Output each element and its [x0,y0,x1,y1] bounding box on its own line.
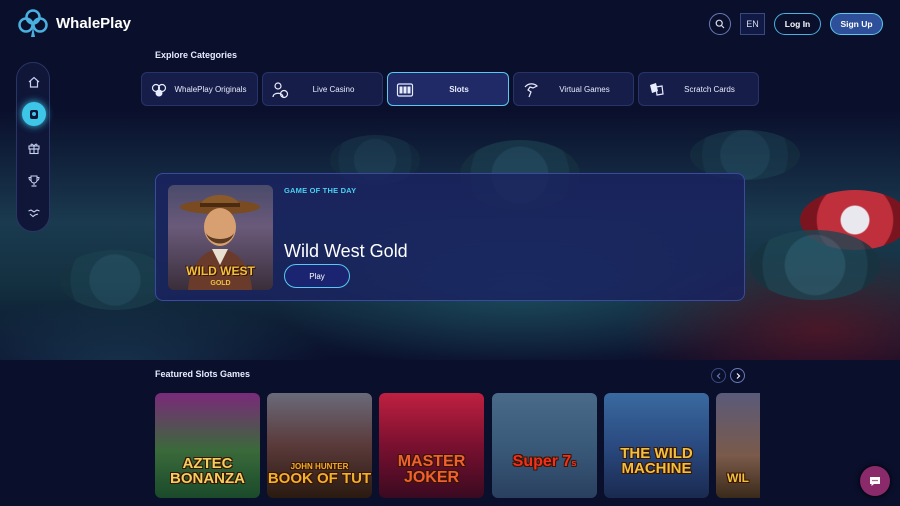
game-tile-title: Super 7s [513,454,577,470]
game-title: Wild West Gold [284,241,408,261]
categories-heading: Explore Categories [155,50,238,60]
search-button[interactable] [709,13,731,35]
gift-icon [28,143,40,155]
signup-button[interactable]: Sign Up [830,13,883,35]
carousel-prev-button[interactable] [711,368,726,383]
trophy-icon [28,175,40,187]
chevron-left-icon [716,372,720,379]
virtual-games-icon [524,83,539,98]
game-of-the-day-label: GAME OF THE DAY [284,186,357,195]
sidebar-item-slots[interactable] [22,102,46,126]
game-tile-partial[interactable]: WIL [716,393,760,498]
search-icon [715,19,725,29]
game-tile-super-7s[interactable]: Super 7s [492,393,597,498]
category-live-casino[interactable]: Live Casino [262,72,383,106]
play-button[interactable]: Play [284,264,350,288]
game-tile-title: WIL [727,472,749,484]
game-tile-title-line1: MASTER [397,453,466,470]
thumb-title: WILD WEST [186,264,255,278]
home-icon [28,76,40,88]
login-button[interactable]: Log In [774,13,821,35]
slots-hand-icon [30,110,38,119]
slots-icon [396,83,414,97]
live-casino-icon [272,82,289,99]
handshake-icon [28,209,40,218]
sidebar-item-partners[interactable] [24,203,44,223]
originals-icon [151,83,167,97]
game-tile-title: THE WILD MACHINE [620,446,693,476]
game-tile-title: JOHN HUNTER BOOK OF TUT [267,463,372,487]
game-of-the-day-card: WILD WEST GOLD GAME OF THE DAY Wild West… [155,173,745,301]
game-tile-title-line2: JOKER [403,469,460,486]
category-virtual-games[interactable]: Virtual Games [513,72,634,106]
top-header: WhalePlay EN Log In Sign Up [0,0,900,48]
game-tile-title-line1: Super 7 [512,453,572,470]
category-scratch-cards[interactable]: Scratch Cards [638,72,759,106]
chevron-right-icon [736,372,740,379]
left-sidebar [16,62,50,232]
game-tile-title-line2: s [571,458,577,468]
game-tile-the-wild-machine[interactable]: THE WILD MACHINE [604,393,709,498]
thumb-subtitle: GOLD [210,280,231,287]
game-tile-book-of-tut[interactable]: JOHN HUNTER BOOK OF TUT [267,393,372,498]
game-tile-aztec-bonanza[interactable]: AZTEC BONANZA [155,393,260,498]
brand-name[interactable]: WhalePlay [56,15,131,32]
poker-chip-decoration [60,250,170,310]
category-whaleplay-originals[interactable]: WhalePlay Originals [141,72,258,106]
chat-bubble-icon [870,477,880,486]
carousel-next-button[interactable] [730,368,745,383]
sidebar-item-gifts[interactable] [24,138,44,158]
game-tile-title-line2: BONANZA [170,470,245,487]
game-tile-title-line2: MACHINE [621,460,692,477]
scratch-cards-icon [650,83,664,96]
game-tile-title-line1: THE WILD [620,445,693,462]
game-tile-title: MASTER JOKER [398,454,466,486]
poker-chip-decoration [750,230,880,300]
whaleplay-logo-icon[interactable] [18,9,48,39]
sidebar-item-home[interactable] [24,72,44,92]
featured-heading: Featured Slots Games [155,369,251,379]
game-tile-title-line1: WIL [727,471,749,485]
category-slots[interactable]: Slots [387,72,509,106]
game-tile-title-line2: BOOK OF TUT [267,470,372,487]
language-selector[interactable]: EN [740,13,765,35]
game-tile-master-joker[interactable]: MASTER JOKER [379,393,484,498]
game-tile-title-line1: AZTEC [182,455,233,472]
sidebar-item-trophy[interactable] [24,171,44,191]
chat-support-button[interactable] [860,466,890,496]
game-thumbnail-wild-west-gold[interactable]: WILD WEST GOLD [168,185,273,290]
game-tile-title: AZTEC BONANZA [170,456,245,486]
